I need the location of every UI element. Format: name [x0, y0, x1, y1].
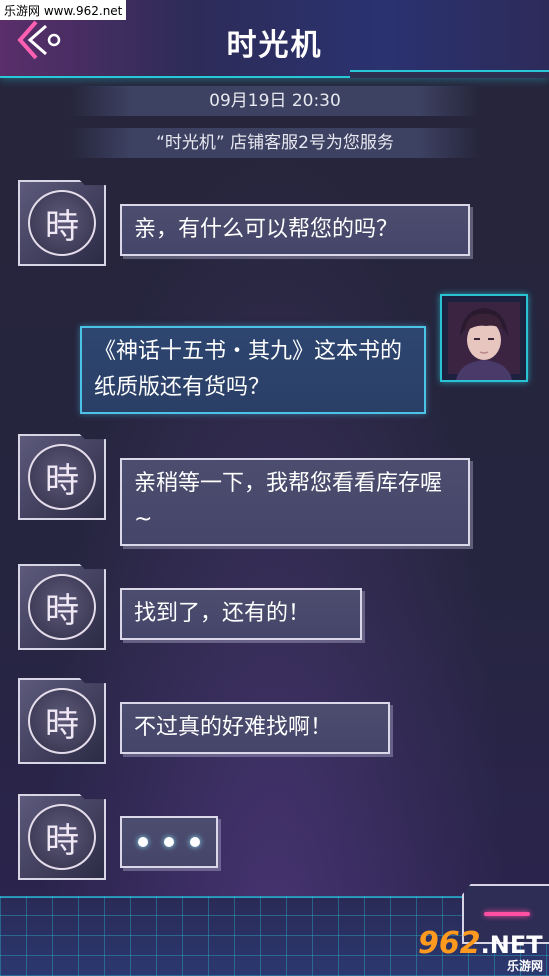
session-datetime: 09月19日 20:30 — [70, 86, 480, 116]
chat-bubble-typing — [120, 816, 218, 868]
agent-avatar: 時 — [18, 678, 106, 764]
typing-dot — [164, 837, 174, 847]
agent-avatar-glyph: 時 — [28, 804, 96, 870]
user-avatar — [440, 294, 528, 382]
typing-indicator — [130, 824, 208, 860]
agent-avatar: 時 — [18, 180, 106, 266]
message-text: 亲稍等一下，我帮您看看库存喔~ — [134, 471, 443, 532]
message-text: 不过真的好难找啊！ — [134, 715, 333, 740]
chat-bubble-agent: 找到了，还有的！ — [120, 588, 362, 640]
typing-dot — [138, 837, 148, 847]
typing-dot — [190, 837, 200, 847]
chat-bubble-agent: 亲稍等一下，我帮您看看库存喔~ — [120, 458, 470, 546]
agent-avatar: 時 — [18, 794, 106, 880]
user-portrait-icon — [442, 296, 526, 380]
message-text: 亲，有什么可以帮您的吗？ — [134, 217, 399, 242]
agent-avatar-glyph: 時 — [28, 444, 96, 510]
watermark-top: 乐游网 www.962.net — [0, 0, 127, 20]
service-banner: “时光机” 店铺客服2号为您服务 — [70, 128, 480, 158]
chat-bubble-agent: 不过真的好难找啊！ — [120, 702, 390, 754]
message-text: 找到了，还有的！ — [134, 601, 311, 626]
page-title: 时光机 — [226, 28, 323, 63]
chat-bubble-user: 《神话十五书・其九》这本书的纸质版还有货吗？ — [80, 326, 426, 414]
watermark-bottom: 962.NET 乐游网 — [418, 926, 549, 976]
chat-bubble-agent: 亲，有什么可以帮您的吗？ — [120, 204, 470, 256]
header-decoration — [350, 70, 549, 78]
agent-avatar: 時 — [18, 434, 106, 520]
input-button-icon — [484, 912, 530, 916]
agent-avatar-glyph: 時 — [28, 574, 96, 640]
message-text: 《神话十五书・其九》这本书的纸质版还有货吗？ — [94, 339, 403, 400]
watermark-suffix: .NET — [480, 931, 543, 959]
agent-avatar-glyph: 時 — [28, 688, 96, 754]
agent-avatar: 時 — [18, 564, 106, 650]
watermark-brand: 962 — [418, 926, 481, 961]
agent-avatar-glyph: 時 — [28, 190, 96, 256]
